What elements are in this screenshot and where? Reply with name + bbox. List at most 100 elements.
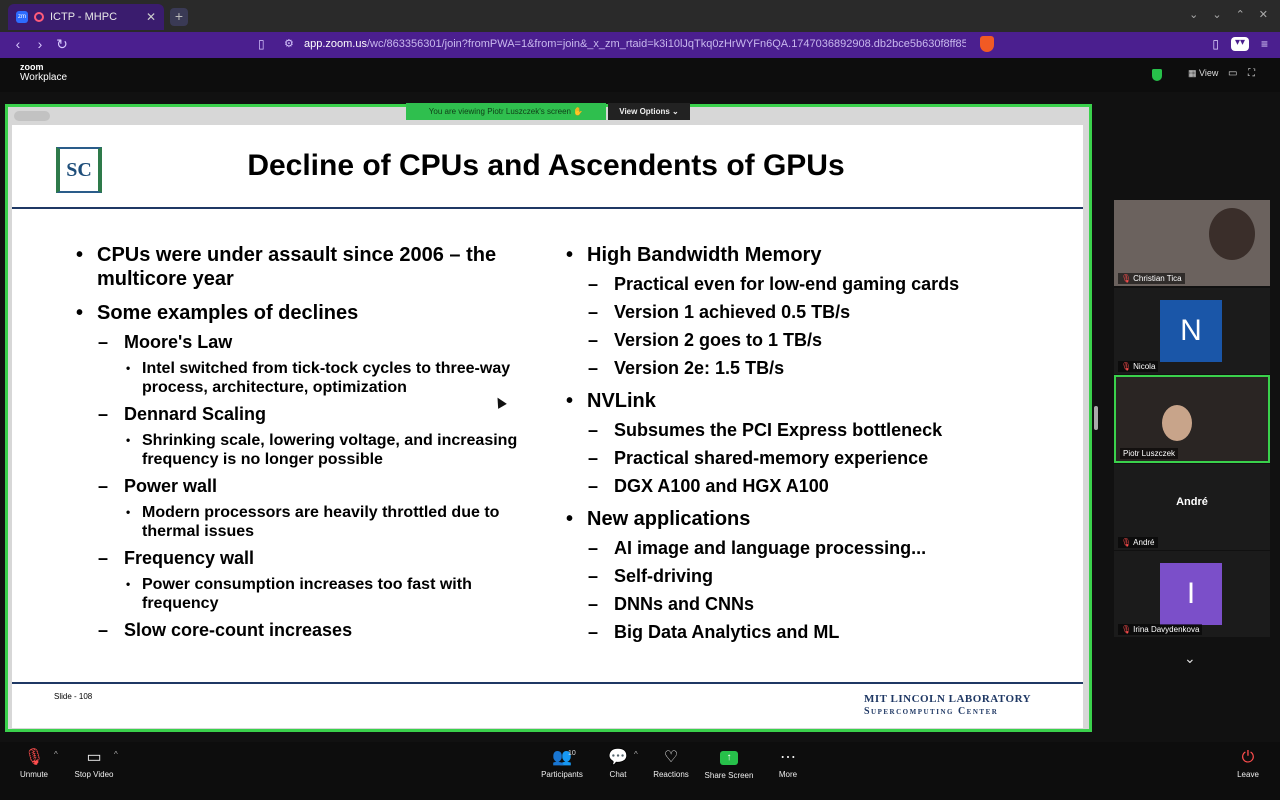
mic-muted-icon: 🎙 <box>1121 538 1132 547</box>
sub-bullet: Moore's Law <box>76 331 536 353</box>
minimize-icon[interactable]: ⌄ <box>1212 8 1221 21</box>
back-icon[interactable]: ‹ <box>8 36 28 53</box>
close-window-icon[interactable]: ✕ <box>1259 8 1268 21</box>
view-button[interactable]: ▦ View <box>1188 68 1218 79</box>
stop-video-button[interactable]: ▭ Stop Video <box>72 748 116 779</box>
participant-center-name: André <box>1176 496 1208 508</box>
meeting-controls: 🎙 Unmute ^ ▭ Stop Video ^ 👥 10 Participa… <box>0 742 1280 800</box>
bullet: CPUs were under assault since 2006 – the… <box>76 243 536 291</box>
bullet: Some examples of declines <box>76 301 536 325</box>
chevron-up-icon[interactable]: ^ <box>54 750 58 759</box>
people-icon: 👥 <box>552 749 572 766</box>
sub-bullet: Practical even for low-end gaming cards <box>566 273 1036 295</box>
new-tab-button[interactable]: + <box>170 8 188 26</box>
left-column: CPUs were under assault since 2006 – the… <box>76 243 536 647</box>
zoom-icon: zm <box>16 11 28 23</box>
participant-tile[interactable]: N 🎙 Nicola <box>1114 288 1270 374</box>
mit-lincoln-logo: MIT LINCOLN LABORATORY Supercomputing Ce… <box>864 693 1032 718</box>
sub-bullet: DGX A100 and HGX A100 <box>566 475 1036 497</box>
reactions-button[interactable]: ♡ Reactions <box>650 748 692 779</box>
presentation-slide: SC Decline of CPUs and Ascendents of GPU… <box>12 125 1083 728</box>
chat-icon: 💬 <box>608 749 628 766</box>
bullet: High Bandwidth Memory <box>566 243 1036 267</box>
reload-icon[interactable]: ↻ <box>52 36 72 53</box>
participant-video <box>1209 208 1255 260</box>
title-divider <box>12 207 1083 209</box>
bullet: NVLink <box>566 389 1036 413</box>
zoom-header: zoom Workplace ▦ View ▭ ⛶ <box>0 58 1280 92</box>
sub-bullet: Power wall <box>76 475 536 497</box>
layout-icon[interactable]: ▭ <box>1228 68 1237 79</box>
participant-video <box>1162 405 1192 441</box>
sub-bullet: Subsumes the PCI Express bottleneck <box>566 419 1036 441</box>
browser-tabstrip: zm ICTP - MHPC ✕ + ⌄ ⌄ ⌃ ✕ <box>0 0 1280 32</box>
site-settings-icon[interactable]: ⚙ <box>284 37 294 50</box>
sub-bullet: Slow core-count increases <box>76 619 536 641</box>
browser-navbar: ‹ › ↻ ▯ ⚙ app.zoom.us/wc/863356301/join?… <box>0 32 1280 58</box>
chevron-up-icon[interactable]: ^ <box>634 750 638 759</box>
tab-title: ICTP - MHPC <box>50 11 118 23</box>
sub-bullet: Big Data Analytics and ML <box>566 621 1036 643</box>
more-icon: ⋯ <box>780 749 796 766</box>
sc-logo: SC <box>56 147 102 193</box>
sub-sub-bullet: Intel switched from tick-tock cycles to … <box>76 359 536 397</box>
sub-sub-bullet: Power consumption increases too fast wit… <box>76 575 536 613</box>
participant-name: Irina Davydenkova <box>1133 625 1200 634</box>
video-camera-icon: ▭ <box>86 749 102 766</box>
chevron-up-icon[interactable]: ^ <box>114 750 118 759</box>
participant-tile[interactable]: 🎙 Christian Tica <box>1114 200 1270 286</box>
sub-bullet: AI image and language processing... <box>566 537 1036 559</box>
vpn-icon[interactable]: ▾▾ <box>1230 37 1249 51</box>
participant-tile[interactable]: André 🎙 André <box>1114 464 1270 550</box>
sub-bullet: Self-driving <box>566 565 1036 587</box>
sub-bullet: Version 2e: 1.5 TB/s <box>566 357 1036 379</box>
sub-bullet: Frequency wall <box>76 547 536 569</box>
chevron-down-icon[interactable]: ⌄ <box>1184 650 1196 667</box>
avatar: N <box>1160 300 1222 362</box>
participant-name: André <box>1133 538 1155 547</box>
panel-resize-handle[interactable] <box>1094 406 1098 430</box>
participant-tile[interactable]: I 🎙 Irina Davydenkova <box>1114 551 1270 637</box>
mic-muted-icon: 🎙 <box>1121 362 1132 371</box>
sub-bullet: DNNs and CNNs <box>566 593 1036 615</box>
participant-name: Piotr Luszczek <box>1123 449 1176 458</box>
recording-icon <box>34 12 44 22</box>
participants-button[interactable]: 👥 10 Participants <box>538 748 586 779</box>
sub-bullet: Version 1 achieved 0.5 TB/s <box>566 301 1036 323</box>
bookmark-icon[interactable]: ▯ <box>258 37 265 51</box>
forward-icon[interactable]: › <box>30 36 50 53</box>
participants-count: 10 <box>568 750 576 757</box>
browser-tab[interactable]: zm ICTP - MHPC ✕ <box>8 4 164 30</box>
mic-muted-icon: 🎙 <box>1121 274 1132 283</box>
menu-icon[interactable]: ≡ <box>1261 37 1268 51</box>
maximize-icon[interactable]: ⌃ <box>1236 8 1245 21</box>
sub-sub-bullet: Shrinking scale, lowering voltage, and i… <box>76 431 536 469</box>
address-bar[interactable]: app.zoom.us/wc/863356301/join?fromPWA=1&… <box>304 38 966 50</box>
window-controls: ⌄ ⌄ ⌃ ✕ <box>1189 8 1268 21</box>
grid-icon: ▦ <box>1188 68 1197 78</box>
heart-icon: ♡ <box>663 749 679 766</box>
slide-number: Slide - 108 <box>54 692 93 701</box>
close-tab-icon[interactable]: ✕ <box>146 10 156 24</box>
brave-shield-icon[interactable] <box>980 36 994 52</box>
viewing-banner: You are viewing Piotr Luszczek's screen … <box>406 103 606 120</box>
leave-icon: ⏻ <box>1241 749 1255 766</box>
zoom-workplace-logo: zoom Workplace <box>20 62 68 83</box>
encryption-shield-icon[interactable] <box>1152 69 1162 81</box>
sub-sub-bullet: Modern processors are heavily throttled … <box>76 503 536 541</box>
view-options-button[interactable]: View Options ⌄ <box>608 103 690 120</box>
more-button[interactable]: ⋯ More <box>774 748 802 779</box>
person-icon: ✋ <box>573 107 584 116</box>
fullscreen-icon[interactable]: ⛶ <box>1248 68 1255 79</box>
sidebar-toggle-icon[interactable]: ▯ <box>1212 37 1219 51</box>
unmute-button[interactable]: 🎙 Unmute <box>18 748 50 779</box>
share-tag <box>14 111 50 121</box>
participant-tile-active[interactable]: Piotr Luszczek <box>1114 375 1270 463</box>
chevron-down-icon[interactable]: ⌄ <box>1189 8 1198 21</box>
sub-bullet: Version 2 goes to 1 TB/s <box>566 329 1036 351</box>
participant-name: Nicola <box>1133 362 1156 371</box>
share-screen-button[interactable]: ↑ Share Screen <box>704 748 754 780</box>
chat-button[interactable]: 💬 Chat <box>604 748 632 779</box>
bullet: New applications <box>566 507 1036 531</box>
leave-button[interactable]: ⏻ Leave <box>1234 748 1262 779</box>
